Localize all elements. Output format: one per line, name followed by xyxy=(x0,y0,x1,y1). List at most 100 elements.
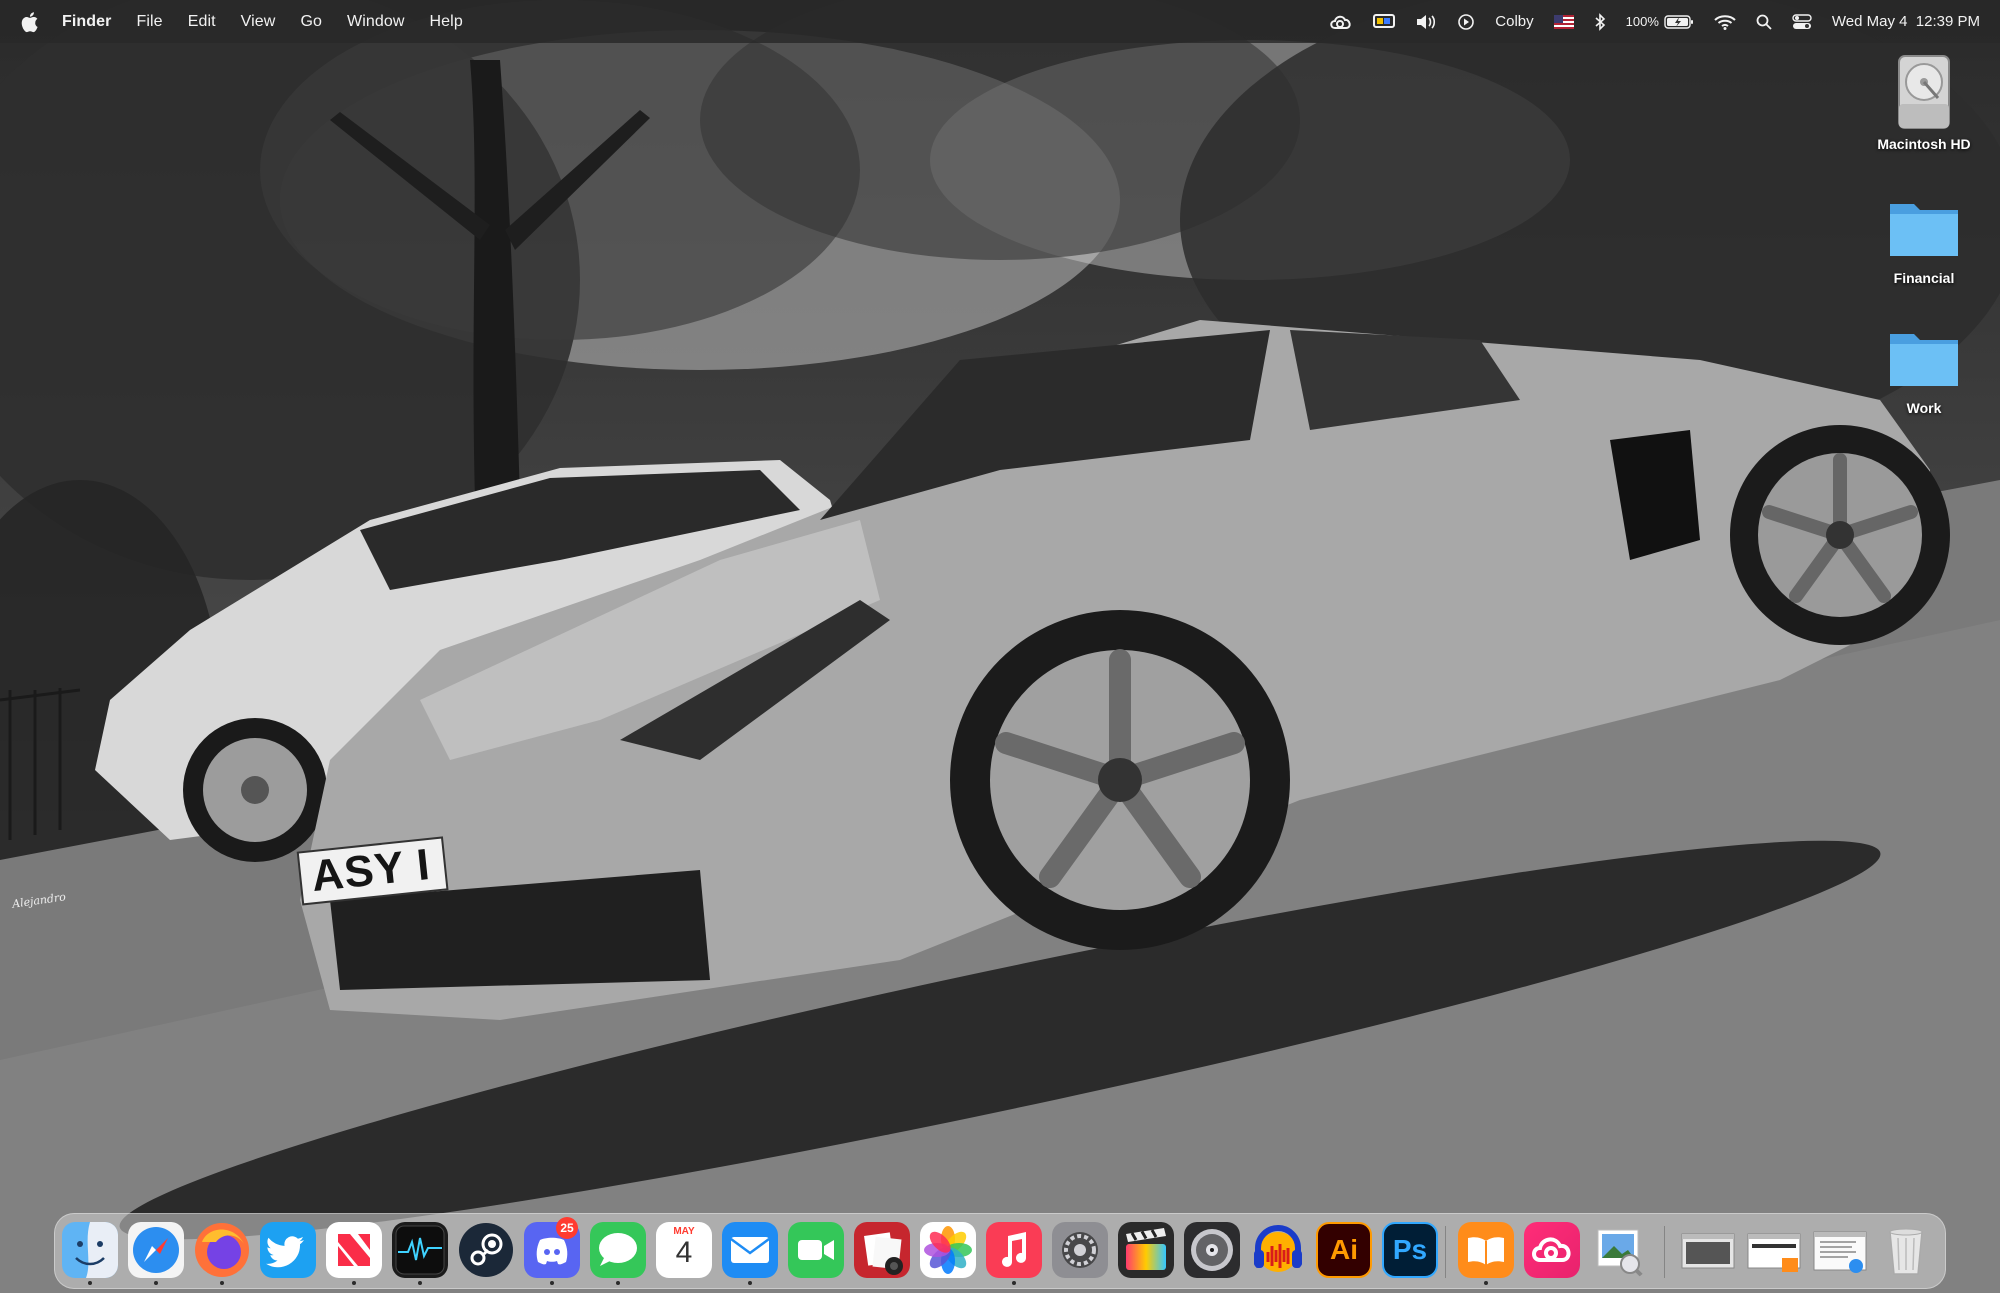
calendar-day: 4 xyxy=(675,1236,693,1269)
mail-icon xyxy=(722,1222,778,1278)
dock-creative-cloud[interactable] xyxy=(1524,1222,1580,1278)
photos-icon xyxy=(924,1226,972,1274)
book-icon xyxy=(1458,1222,1514,1278)
finder-icon xyxy=(62,1222,118,1278)
running-indicator xyxy=(550,1281,554,1285)
window-thumbnail-icon xyxy=(1813,1231,1867,1273)
preview-icon xyxy=(1597,1229,1644,1278)
input-source-flag-icon[interactable] xyxy=(1553,0,1574,43)
record-icon xyxy=(1184,1222,1240,1278)
creative-cloud-status-icon[interactable] xyxy=(1329,0,1353,43)
photo-booth-icon xyxy=(854,1222,910,1278)
dock-audacity[interactable] xyxy=(1250,1222,1306,1278)
display-status-icon[interactable] xyxy=(1373,0,1396,43)
apple-menu-icon[interactable] xyxy=(20,10,42,34)
dock-music[interactable] xyxy=(986,1222,1042,1278)
dock-logic[interactable] xyxy=(1184,1222,1240,1278)
hard-drive-icon xyxy=(1898,55,1950,129)
desktop-icon-label: Macintosh HD xyxy=(1877,136,1971,152)
running-indicator xyxy=(748,1281,752,1285)
trash-icon xyxy=(1889,1228,1923,1275)
dock-minimized-window-2[interactable] xyxy=(1746,1222,1802,1278)
clapper-icon xyxy=(1118,1222,1174,1278)
discord-notification-badge: 25 xyxy=(556,1217,578,1239)
running-indicator xyxy=(1484,1281,1488,1285)
running-indicator xyxy=(616,1281,620,1285)
desktop-wallpaper: ASY I Alejandro xyxy=(0,0,2000,1293)
folder-icon xyxy=(1890,334,1958,386)
menu-view[interactable]: View xyxy=(241,13,276,31)
gear-icon xyxy=(1052,1222,1108,1278)
dock-steam[interactable] xyxy=(458,1222,514,1278)
dock-trash[interactable] xyxy=(1878,1222,1934,1278)
twitter-icon xyxy=(260,1222,316,1278)
running-indicator xyxy=(418,1281,422,1285)
dock-messages[interactable] xyxy=(590,1222,646,1278)
folder-icon xyxy=(1890,204,1958,256)
menu-bar: Finder File Edit View Go Window Help Col… xyxy=(0,0,2000,43)
battery-icon xyxy=(1664,14,1693,29)
battery-status[interactable]: 100% xyxy=(1626,0,1694,43)
user-name[interactable]: Colby xyxy=(1495,0,1533,43)
music-icon xyxy=(986,1222,1042,1278)
desktop-icon-label: Financial xyxy=(1893,270,1955,286)
menu-edit[interactable]: Edit xyxy=(188,13,216,31)
window-thumbnail-icon xyxy=(1681,1233,1735,1269)
dock-minimized-window-3[interactable] xyxy=(1812,1222,1868,1278)
desktop-icon-financial[interactable]: Financial xyxy=(1864,186,1984,286)
dock-finder[interactable] xyxy=(62,1222,118,1278)
firefox-icon xyxy=(195,1223,249,1277)
running-indicator xyxy=(1012,1281,1016,1285)
wifi-icon[interactable] xyxy=(1714,0,1736,43)
steam-icon xyxy=(459,1223,513,1277)
news-icon xyxy=(326,1222,382,1278)
battery-percent: 100% xyxy=(1625,14,1659,29)
dock-facetime[interactable] xyxy=(788,1222,844,1278)
dock-photoshop[interactable]: Ps xyxy=(1382,1222,1438,1278)
menu-go[interactable]: Go xyxy=(300,13,322,31)
headphones-icon xyxy=(1254,1225,1302,1272)
menu-file[interactable]: File xyxy=(137,13,163,31)
dock-separator xyxy=(1664,1226,1665,1278)
dock-mail[interactable] xyxy=(722,1222,778,1278)
desktop-icon-label: Work xyxy=(1906,400,1942,416)
dock-calendar[interactable]: MAY 4 xyxy=(656,1222,712,1278)
dock-preview[interactable] xyxy=(1590,1222,1646,1278)
photoshop-label: Ps xyxy=(1392,1234,1428,1265)
dock-news[interactable] xyxy=(326,1222,382,1278)
menu-help[interactable]: Help xyxy=(430,13,463,31)
running-indicator xyxy=(88,1281,92,1285)
spotlight-search-icon[interactable] xyxy=(1756,0,1772,43)
dock-final-cut-pro[interactable] xyxy=(1118,1222,1174,1278)
dock-activity-monitor[interactable] xyxy=(392,1222,448,1278)
safari-icon xyxy=(128,1222,184,1278)
illustrator-label: Ai xyxy=(1330,1234,1358,1265)
creative-cloud-icon xyxy=(1524,1222,1580,1278)
control-center-icon[interactable] xyxy=(1792,0,1812,43)
dock-separator xyxy=(1445,1226,1446,1278)
dock-twitter[interactable] xyxy=(260,1222,316,1278)
volume-icon[interactable] xyxy=(1415,0,1437,43)
menu-window[interactable]: Window xyxy=(347,13,405,31)
dock-photo-booth[interactable] xyxy=(854,1222,910,1278)
desktop-icon-work[interactable]: Work xyxy=(1864,316,1984,416)
bluetooth-icon[interactable] xyxy=(1594,0,1606,43)
running-indicator xyxy=(352,1281,356,1285)
running-indicator xyxy=(220,1281,224,1285)
desktop-icon-macintosh-hd[interactable]: Macintosh HD xyxy=(1864,52,1984,152)
menu-app-name[interactable]: Finder xyxy=(62,13,112,31)
now-playing-icon[interactable] xyxy=(1457,0,1475,43)
running-indicator xyxy=(154,1281,158,1285)
dock-safari[interactable] xyxy=(128,1222,184,1278)
menu-clock[interactable]: Wed May 4 12:39 PM xyxy=(1832,0,1980,43)
dock-illustrator[interactable]: Ai xyxy=(1316,1222,1372,1278)
dock-system-preferences[interactable] xyxy=(1052,1222,1108,1278)
dock-minimized-window-1[interactable] xyxy=(1680,1222,1736,1278)
facetime-icon xyxy=(788,1222,844,1278)
dock-firefox[interactable] xyxy=(194,1222,250,1278)
activity-monitor-icon xyxy=(392,1222,448,1278)
messages-icon xyxy=(590,1222,646,1278)
dock-photos[interactable] xyxy=(920,1222,976,1278)
dock-books[interactable] xyxy=(1458,1222,1514,1278)
window-thumbnail-icon xyxy=(1747,1233,1801,1272)
